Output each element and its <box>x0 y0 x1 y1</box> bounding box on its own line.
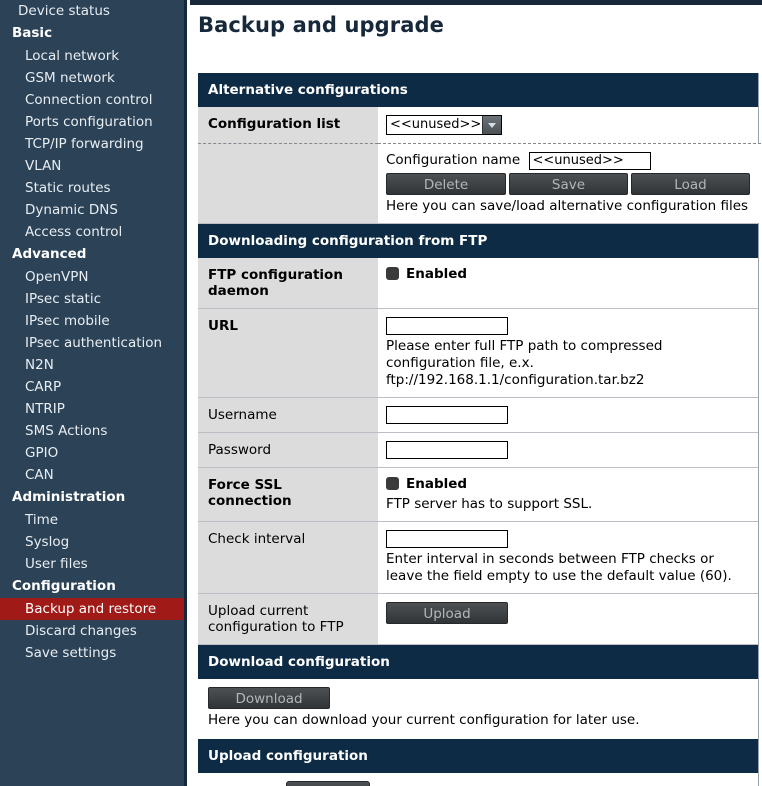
sidebar-item-tcp-ip-forwarding[interactable]: TCP/IP forwarding <box>0 133 184 155</box>
sidebar-item-dynamic-dns[interactable]: Dynamic DNS <box>0 199 184 221</box>
sidebar-item-ipsec-static[interactable]: IPsec static <box>0 288 184 310</box>
field-check-interval: Enter interval in seconds between FTP ch… <box>378 522 758 593</box>
sidebar-item-connection-control[interactable]: Connection control <box>0 89 184 111</box>
delete-button[interactable]: Delete <box>386 173 506 195</box>
configuration-list-selected-value: <<unused>> <box>390 117 482 132</box>
label-check-interval: Check interval <box>198 522 378 593</box>
sidebar-item-ntrip[interactable]: NTRIP <box>0 398 184 420</box>
sidebar-item-static-routes[interactable]: Static routes <box>0 177 184 199</box>
row-configuration-name: Configuration name DeleteSaveLoad Here y… <box>198 143 761 224</box>
row-ftp-username: Username <box>198 398 758 433</box>
configuration-list-select[interactable]: <<unused>> <box>386 115 502 135</box>
sidebar-item-gsm-network[interactable]: GSM network <box>0 67 184 89</box>
field-password <box>378 433 758 467</box>
force-ssl-checkbox[interactable] <box>386 477 399 490</box>
file-select-row: Select File:Przeglądaj...Nie wybrano pli… <box>208 781 748 786</box>
url-input[interactable] <box>386 317 508 335</box>
sidebar-item-can[interactable]: CAN <box>0 464 184 486</box>
save-button[interactable]: Save <box>509 173 628 195</box>
upload-configuration-body: Select File:Przeglądaj...Nie wybrano pli… <box>198 773 758 786</box>
chevron-down-icon[interactable] <box>482 116 501 134</box>
sidebar-item-device-status[interactable]: Device status <box>0 0 184 22</box>
field-upload-to-ftp: Upload <box>378 594 758 644</box>
sidebar-item-carp[interactable]: CARP <box>0 376 184 398</box>
label-configuration-list: Configuration list <box>198 107 378 143</box>
row-ftp-url: URL Please enter full FTP path to compre… <box>198 309 758 398</box>
load-button[interactable]: Load <box>631 173 750 195</box>
row-configuration-list: Configuration list <<unused>> <box>198 107 758 143</box>
row-check-interval: Check interval Enter interval in seconds… <box>198 522 758 594</box>
sidebar-group-basic: Basic <box>12 25 53 41</box>
sidebar-item-n2n[interactable]: N2N <box>0 354 184 376</box>
sidebar-item-vlan[interactable]: VLAN <box>0 155 184 177</box>
main-content: Backup and upgrade Alternative configura… <box>190 0 762 786</box>
label-force-ssl-connection: Force SSL connection <box>198 468 378 521</box>
sidebar-item-save-settings[interactable]: Save settings <box>0 642 184 664</box>
sidebar-item-backup-and-restore[interactable]: Backup and restore <box>0 598 184 620</box>
hint-alternative-configurations: Here you can save/load alternative confi… <box>386 198 749 214</box>
label-password: Password <box>198 433 378 467</box>
row-ftp-daemon: FTP configuration daemon Enabled <box>198 258 758 309</box>
field-url: Please enter full FTP path to compressed… <box>378 309 758 397</box>
section-header-alternative-configurations: Alternative configurations <box>198 73 758 107</box>
section-header-download-configuration: Download configuration <box>198 645 758 679</box>
field-force-ssl: Enabled FTP server has to support SSL. <box>378 468 758 521</box>
sidebar-item-ports-configuration[interactable]: Ports configuration <box>0 111 184 133</box>
sidebar-item-local-network[interactable]: Local network <box>0 45 184 67</box>
hint-download-configuration: Here you can download your current confi… <box>208 712 640 728</box>
password-input[interactable] <box>386 441 508 459</box>
upload-to-ftp-button[interactable]: Upload <box>386 602 508 624</box>
field-configuration-actions: Configuration name DeleteSaveLoad Here y… <box>378 143 761 223</box>
label-ftp-configuration-daemon: FTP configuration daemon <box>198 258 378 308</box>
force-ssl-enabled-label: Enabled <box>406 476 468 492</box>
settings-panel: Alternative configurations Configuration… <box>198 73 761 786</box>
sidebar-group-advanced: Advanced <box>12 246 87 262</box>
ftp-daemon-enabled-label: Enabled <box>406 266 468 282</box>
sidebar-item-syslog[interactable]: Syslog <box>0 531 184 553</box>
page-root: Device status Basic Local network GSM netwo… <box>0 0 762 786</box>
section-header-downloading-from-ftp: Downloading configuration from FTP <box>198 224 758 258</box>
ftp-daemon-checkbox[interactable] <box>386 267 399 280</box>
label-configuration-name-spacer <box>198 143 378 223</box>
configuration-name-input[interactable] <box>529 152 652 170</box>
label-upload-current-configuration-to-ftp: Upload current configuration to FTP <box>198 594 378 644</box>
sidebar-item-sms-actions[interactable]: SMS Actions <box>0 420 184 442</box>
hint-url: Please enter full FTP path to compressed… <box>386 338 663 388</box>
sidebar-item-openvpn[interactable]: OpenVPN <box>0 266 184 288</box>
download-button[interactable]: Download <box>208 687 330 709</box>
field-configuration-list: <<unused>> <box>378 107 758 143</box>
sidebar-item-ipsec-authentication[interactable]: IPsec authentication <box>0 332 184 354</box>
sidebar-item-ipsec-mobile[interactable]: IPsec mobile <box>0 310 184 332</box>
field-ftp-daemon: Enabled <box>378 258 758 308</box>
sidebar-group-administration: Administration <box>12 489 126 505</box>
section-header-upload-configuration: Upload configuration <box>198 739 758 773</box>
force-ssl-checkbox-line: Enabled <box>386 476 750 493</box>
sidebar: Device status Basic Local network GSM netwo… <box>0 0 187 786</box>
page-title: Backup and upgrade <box>198 13 444 37</box>
hint-check-interval: Enter interval in seconds between FTP ch… <box>386 551 732 584</box>
check-interval-input[interactable] <box>386 530 508 548</box>
sidebar-item-discard-changes[interactable]: Discard changes <box>0 620 184 642</box>
field-username <box>378 398 758 432</box>
label-username: Username <box>198 398 378 432</box>
configuration-buttons: Delete Save Load <box>386 173 753 195</box>
sidebar-item-access-control[interactable]: Access control <box>0 221 184 243</box>
download-configuration-body: Download Here you can download your curr… <box>198 679 758 739</box>
label-url: URL <box>198 309 378 397</box>
browse-file-button[interactable]: Przeglądaj... <box>286 781 371 786</box>
hint-force-ssl: FTP server has to support SSL. <box>386 496 593 512</box>
row-ftp-password: Password <box>198 433 758 468</box>
label-configuration-name: Configuration name <box>386 152 521 168</box>
configuration-name-line: Configuration name <box>386 152 753 170</box>
row-force-ssl: Force SSL connection Enabled FTP server … <box>198 468 758 522</box>
sidebar-item-time[interactable]: Time <box>0 509 184 531</box>
username-input[interactable] <box>386 406 508 424</box>
row-upload-config-to-ftp: Upload current configuration to FTP Uplo… <box>198 594 758 645</box>
sidebar-item-gpio[interactable]: GPIO <box>0 442 184 464</box>
sidebar-group-configuration: Configuration <box>12 578 116 594</box>
sidebar-item-user-files[interactable]: User files <box>0 553 184 575</box>
